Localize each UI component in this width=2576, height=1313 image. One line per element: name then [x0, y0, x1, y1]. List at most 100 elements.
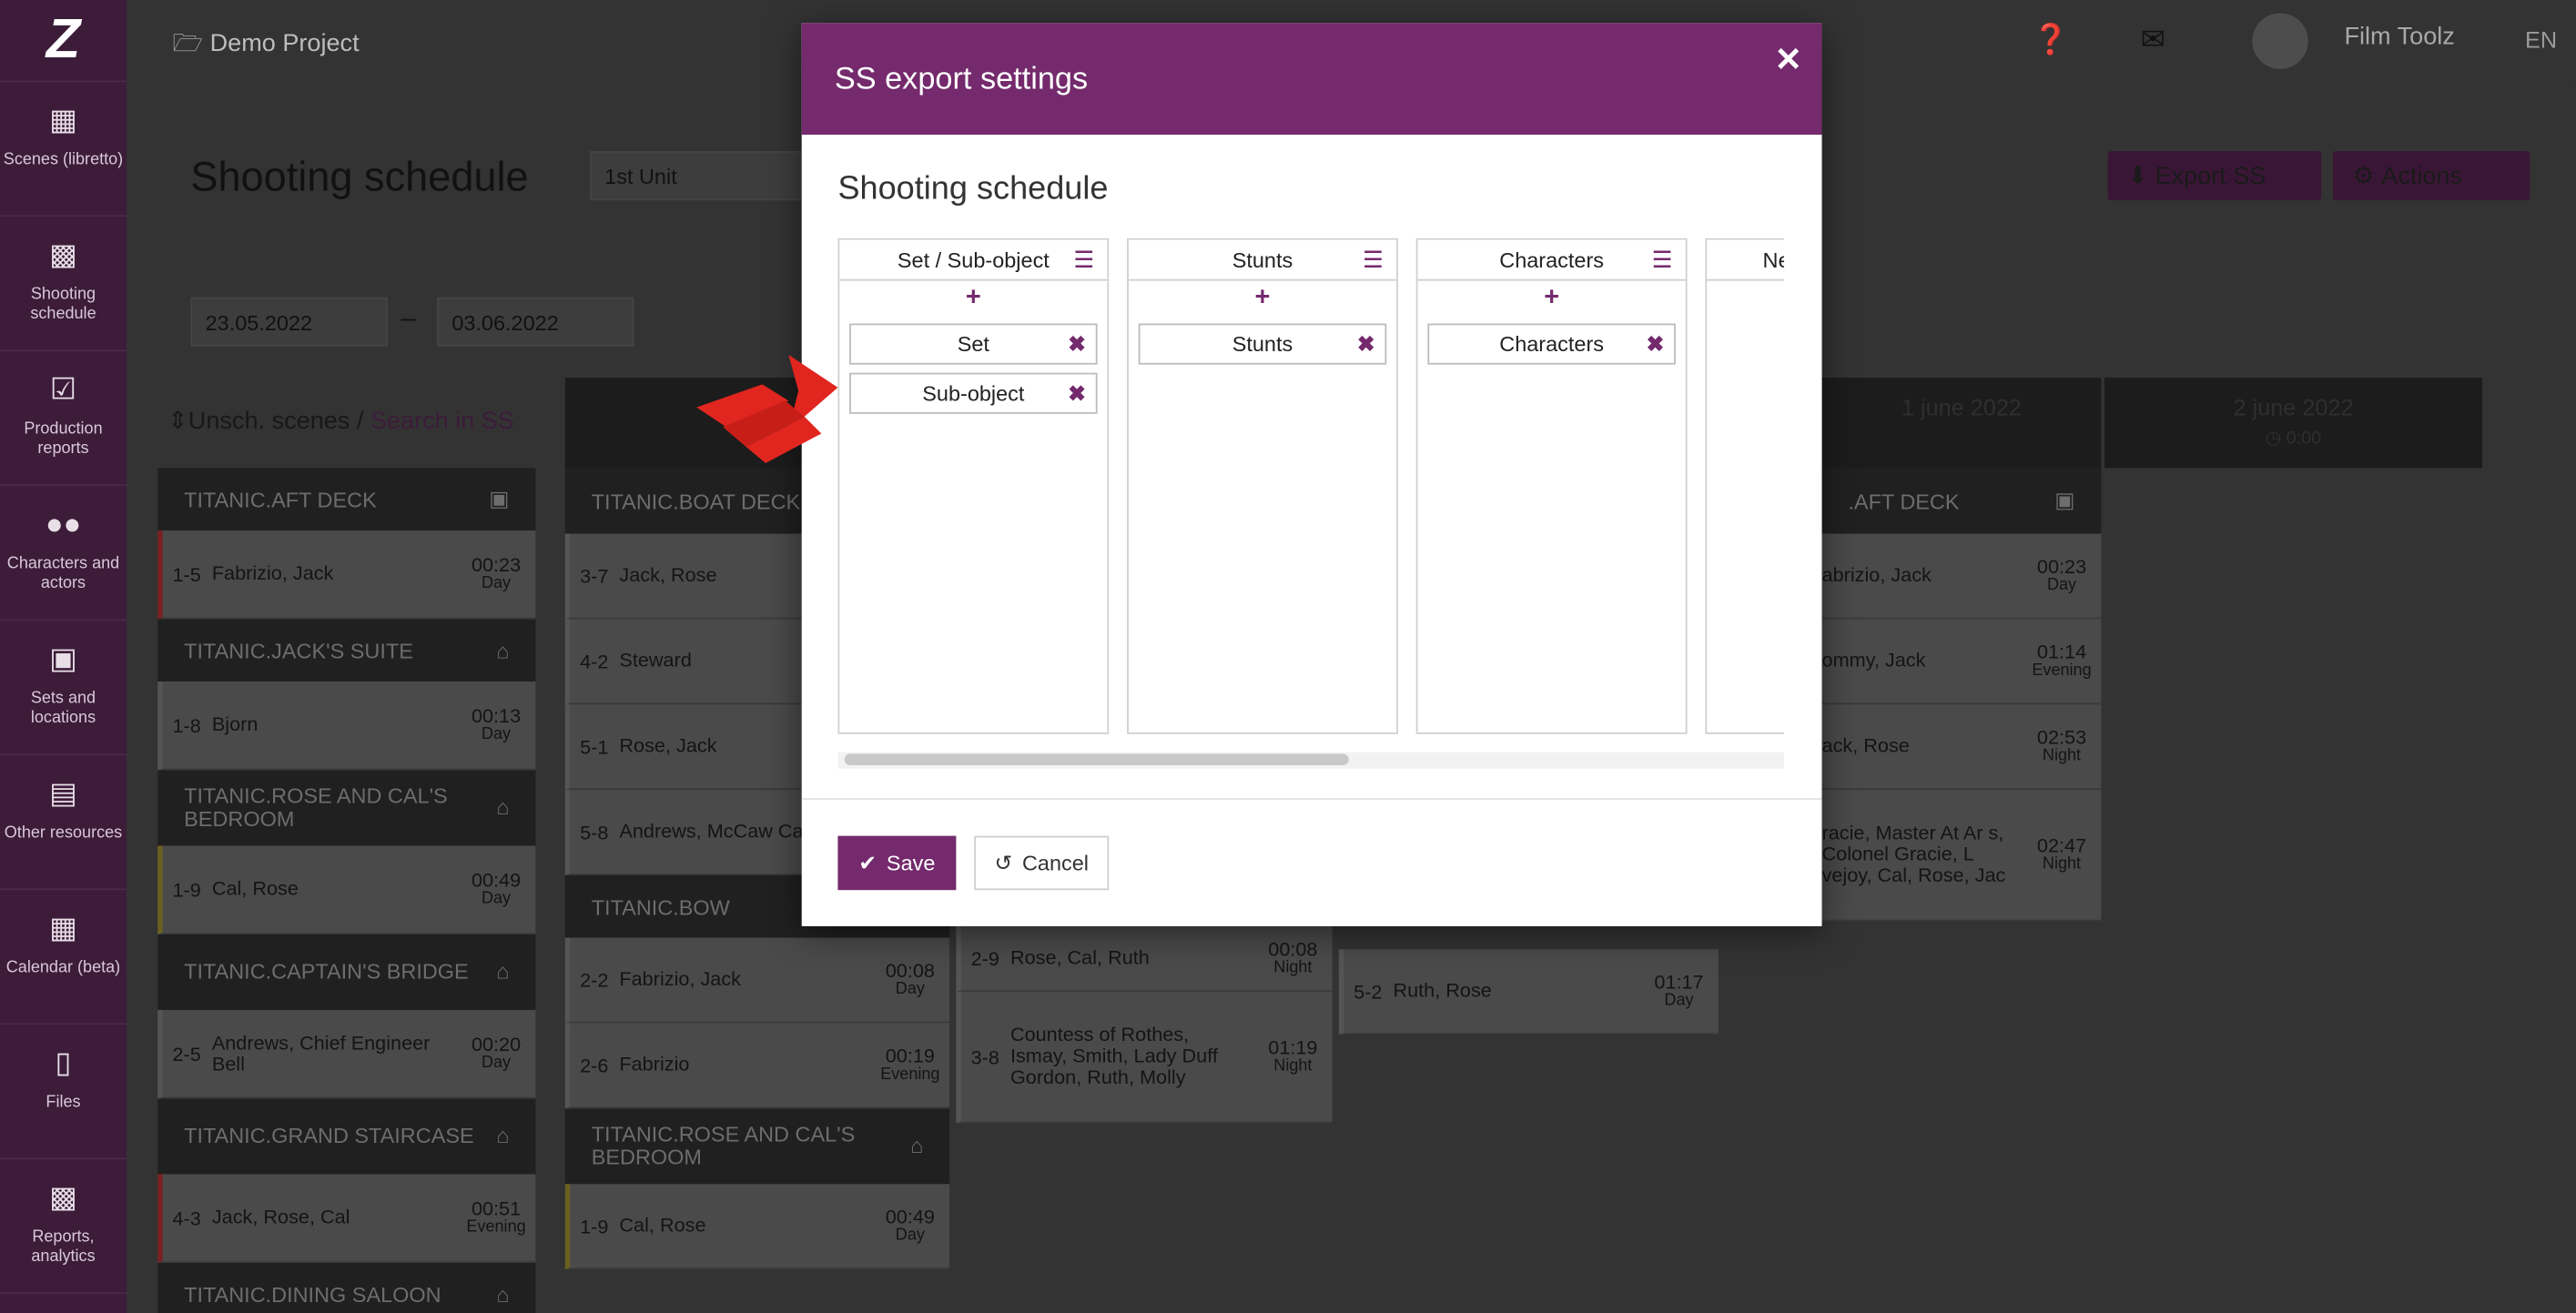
chip-label: Set: [957, 331, 989, 357]
menu-icon[interactable]: ☰: [1363, 248, 1384, 271]
date-separator: –: [401, 305, 416, 334]
column-header[interactable]: Stunts ☰: [1128, 240, 1397, 281]
add-field-button[interactable]: +: [839, 281, 1107, 318]
nav-label: Scenes (libretto): [3, 151, 124, 169]
menu-icon[interactable]: ☰: [1073, 248, 1094, 271]
scene-row[interactable]: racie, Master At Ar s, Colonel Gracie, L…: [1821, 790, 2102, 922]
export-columns-area[interactable]: Set / Sub-object ☰ + Set ✖ Sub-object ✖ …: [837, 237, 1785, 781]
scene-row[interactable]: 1-5 Fabrizio, Jack 00:23 Day: [157, 530, 536, 620]
column-header[interactable]: Characters ☰: [1417, 240, 1686, 281]
app-logo[interactable]: Z: [0, 0, 127, 83]
field-chip[interactable]: Characters ✖: [1427, 323, 1676, 365]
set-group-header: TITANIC.JACK'S SUITE ⌂: [157, 619, 536, 682]
clapperboard-icon: ▦: [49, 103, 77, 136]
field-chip[interactable]: Set ✖: [849, 323, 1098, 365]
set-group-header: TITANIC.CAPTAIN'S BRIDGE ⌂: [157, 934, 536, 1010]
home-icon: ⌂: [496, 959, 510, 985]
date-from-input[interactable]: 23.05.2022: [190, 297, 388, 347]
export-column-set[interactable]: Set / Sub-object ☰ + Set ✖ Sub-object ✖: [837, 237, 1110, 734]
set-name: TITANIC.ROSE AND CAL'S BEDROOM: [591, 1121, 856, 1170]
scene-row[interactable]: 1-9 Cal, Rose 00:49 Day: [157, 845, 536, 934]
nav-item-reports[interactable]: ▩ Reports, analytics: [0, 1159, 127, 1295]
scene-characters: Andrews, Chief Engineer Bell: [211, 1030, 431, 1076]
mail-icon[interactable]: ✉: [2141, 23, 2165, 57]
scene-row[interactable]: 3-8 Countess of Rothes, Ismay, Smith, Lad…: [956, 992, 1333, 1124]
nav-item-sets[interactable]: ▣ Sets and locations: [0, 621, 127, 756]
scene-characters: abrizio, Jack: [1821, 563, 1932, 587]
gear-icon: ⚙: [2352, 162, 2375, 191]
scene-row[interactable]: 2-9 Rose, Cal, Ruth 00:08 Night: [956, 925, 1333, 993]
scene-row[interactable]: abrizio, Jack 00:23 Day: [1821, 533, 2102, 620]
column-header[interactable]: Set / Sub-object ☰: [839, 240, 1108, 281]
scene-number: 5-8: [580, 820, 609, 843]
nav-item-shooting-schedule[interactable]: ▩ Shooting schedule: [0, 217, 127, 352]
nav-item-calendar[interactable]: ▦ Calendar (beta): [0, 890, 127, 1025]
menu-icon[interactable]: ☰: [1652, 248, 1673, 271]
column-header[interactable]: Ne: [1707, 240, 1785, 281]
scene-number: 2-2: [580, 967, 609, 992]
scene-time: 01:14 Evening: [2032, 639, 2092, 680]
nav-item-characters[interactable]: ●● Characters and actors: [0, 486, 127, 621]
language-switch[interactable]: EN: [2525, 26, 2557, 53]
nav-label: Reports, analytics: [31, 1227, 96, 1267]
scrollbar-thumb[interactable]: [844, 753, 1349, 766]
field-chip[interactable]: Sub-object ✖: [849, 372, 1098, 414]
unit-select[interactable]: 1st Unit: [589, 151, 820, 201]
scene-row[interactable]: 2-2 Fabrizio, Jack 00:08 Day: [564, 937, 950, 1024]
set-name: TITANIC.BOAT DECK: [591, 488, 801, 513]
user-name[interactable]: Film Toolz: [2344, 23, 2454, 51]
horizontal-scrollbar[interactable]: [837, 752, 1785, 769]
scene-row[interactable]: 1-9 Cal, Rose 00:49 Day: [564, 1184, 950, 1270]
export-settings-modal: SS export settings ✕ Shooting schedule S…: [801, 23, 1822, 926]
bar-chart-icon: ▩: [49, 1180, 77, 1214]
export-ss-button[interactable]: ⬇ Export SS: [2107, 151, 2322, 201]
nav-label: Calendar (beta): [5, 959, 121, 977]
calendar-grid-icon: ▦: [49, 911, 77, 944]
sort-icon: ⇕: [167, 407, 188, 436]
nav-item-production-reports[interactable]: ☑ Production reports: [0, 351, 127, 487]
unscheduled-header[interactable]: ⇕Unsch. scenes / Search in SS: [167, 406, 514, 436]
nav-label: Sets and locations: [30, 690, 96, 728]
avatar[interactable]: [2252, 13, 2308, 69]
column-title: Ne: [1762, 247, 1784, 272]
close-icon[interactable]: ✕: [1775, 39, 1802, 80]
home-icon: ⌂: [496, 638, 510, 663]
export-column-stunts[interactable]: Stunts ☰ + Stunts ✖: [1127, 237, 1398, 734]
export-column-clipped[interactable]: Ne: [1705, 237, 1785, 734]
cancel-label: Cancel: [1021, 850, 1090, 875]
field-chip[interactable]: Stunts ✖: [1138, 323, 1387, 365]
save-button[interactable]: ✔ Save: [837, 835, 957, 891]
day-header[interactable]: 2 june 2022 ◷ 0:00: [2104, 378, 2483, 469]
project-switcher[interactable]: 🗁 Demo Project: [173, 26, 360, 67]
scene-row[interactable]: 1-8 Bjorn 00:13 Day: [157, 681, 536, 771]
day-column: 5-2 Ruth, Rose 01:17 Day: [1338, 949, 1719, 1035]
scene-row[interactable]: 2-6 Fabrizio 00:19 Evening: [564, 1023, 950, 1109]
scene-time: 00:08 Day: [885, 958, 935, 998]
export-column-characters[interactable]: Characters ☰ + Characters ✖: [1415, 237, 1688, 734]
date-to-input[interactable]: 03.06.2022: [437, 297, 634, 347]
day-header[interactable]: 1 june 2022: [1821, 378, 2102, 469]
cancel-button[interactable]: ↺ Cancel: [974, 835, 1110, 891]
help-icon[interactable]: ❓: [2033, 23, 2069, 57]
actions-button[interactable]: ⚙ Actions: [2332, 151, 2530, 201]
scene-row[interactable]: ommy, Jack 01:14 Evening: [1821, 619, 2102, 705]
add-field-button[interactable]: +: [1129, 281, 1396, 318]
page-title: Shooting schedule: [190, 154, 529, 201]
remove-icon[interactable]: ✖: [1647, 332, 1665, 359]
remove-icon[interactable]: ✖: [1068, 332, 1086, 359]
add-field-button[interactable]: +: [1418, 281, 1686, 318]
export-label: Export SS: [2155, 161, 2267, 190]
chip-label: Sub-object: [922, 380, 1025, 406]
search-in-ss-link[interactable]: Search in SS: [370, 408, 514, 436]
scene-row[interactable]: ack, Rose 02:53 Night: [1821, 704, 2102, 791]
nav-item-other-resources[interactable]: ▤ Other resources: [0, 755, 127, 891]
nav-item-files[interactable]: ▯ Files: [0, 1025, 127, 1160]
set-name: .AFT DECK: [1848, 488, 1960, 513]
remove-icon[interactable]: ✖: [1068, 381, 1086, 408]
scene-row[interactable]: 2-5 Andrews, Chief Engineer Bell 00:20 Da…: [157, 1009, 536, 1099]
scene-row[interactable]: 4-3 Jack, Rose, Cal 00:51 Evening: [157, 1174, 536, 1263]
save-label: Save: [886, 850, 936, 875]
nav-item-scenes[interactable]: ▦ Scenes (libretto): [0, 82, 127, 217]
scene-row[interactable]: 5-2 Ruth, Rose 01:17 Day: [1338, 949, 1719, 1035]
remove-icon[interactable]: ✖: [1357, 332, 1375, 359]
